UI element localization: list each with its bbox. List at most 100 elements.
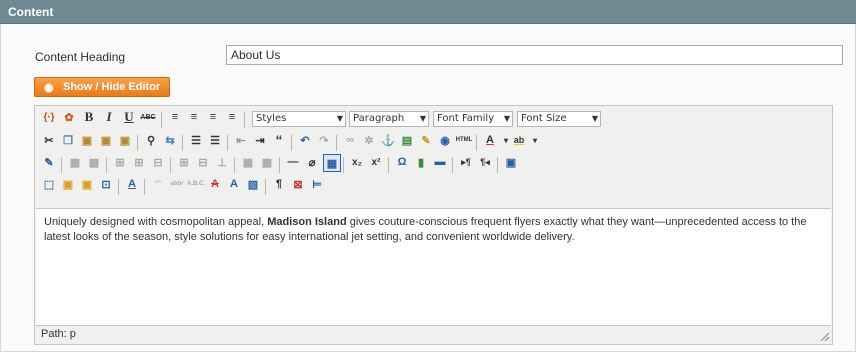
page-break-icon[interactable]: ⊨ bbox=[309, 176, 325, 192]
link-icon[interactable]: ∞ bbox=[342, 132, 358, 148]
superscript-icon[interactable]: x² bbox=[368, 154, 384, 170]
resize-grip-icon[interactable] bbox=[819, 331, 829, 341]
path-bar: Path: p bbox=[41, 328, 76, 340]
search-icon[interactable]: ⚲ bbox=[143, 132, 159, 148]
insert-text-icon[interactable]: A bbox=[226, 176, 242, 192]
paragraph-select[interactable]: Paragraph ▼ bbox=[349, 111, 429, 127]
toolbar-separator bbox=[343, 157, 344, 173]
media-icon[interactable]: ▮ bbox=[413, 154, 429, 170]
toolbar-separator bbox=[234, 157, 235, 173]
toolbar-separator bbox=[497, 157, 498, 173]
move-backward-icon[interactable]: ▣ bbox=[60, 176, 76, 192]
chevron-down-icon: ▼ bbox=[336, 114, 343, 123]
absolute-icon[interactable]: ⊡ bbox=[98, 176, 114, 192]
paste-word-icon[interactable]: ▣ bbox=[117, 132, 133, 148]
ltr-icon[interactable]: ▸¶ bbox=[458, 154, 474, 170]
align-center-icon[interactable]: ≡ bbox=[186, 109, 202, 125]
font-family-select[interactable]: Font Family ▼ bbox=[433, 111, 513, 127]
toolbar-separator bbox=[227, 135, 228, 151]
visual-aid-icon[interactable]: ▦ bbox=[323, 154, 341, 172]
redo-icon[interactable]: ↷ bbox=[316, 132, 332, 148]
delete-column-icon[interactable]: ⊟ bbox=[195, 154, 211, 170]
underline-button[interactable]: U bbox=[121, 109, 137, 125]
toolbar-separator bbox=[118, 179, 119, 195]
numbered-list-icon[interactable]: ☰ bbox=[207, 132, 223, 148]
delete-text-icon[interactable]: A bbox=[207, 176, 223, 192]
insert-div-icon[interactable]: ⬚ bbox=[41, 176, 57, 192]
font-family-select-value: Font Family bbox=[437, 113, 495, 124]
styles-props-icon[interactable]: A bbox=[124, 176, 140, 192]
content-heading-label: Content Heading bbox=[35, 50, 126, 64]
chevron-down-icon[interactable]: ▾ bbox=[527, 132, 543, 148]
table-props-icon[interactable]: ▦ bbox=[86, 154, 102, 170]
attributes-icon[interactable]: ▧ bbox=[245, 176, 261, 192]
italic-button[interactable]: I bbox=[101, 109, 117, 125]
toolbar-row-3: ✎ ▦ ▦ ⊞ ⊞ ⊟ ⊞ ⊟ ⊥ ▦ ▦ — ⌀ ▦ x₂ x² Ω ▮ ▬ … bbox=[37, 154, 832, 176]
content-heading-input[interactable] bbox=[226, 45, 843, 65]
insert-image-icon[interactable]: ✿ bbox=[61, 109, 77, 125]
horizontal-rule-icon[interactable]: — bbox=[285, 154, 301, 170]
font-size-select-value: Font Size bbox=[521, 113, 567, 124]
bullet-list-icon[interactable]: ☰ bbox=[188, 132, 204, 148]
toolbar-row-1: {·} ✿ B I U ABC ≡ ≡ ≡ ≡ Styles ▼ Paragra… bbox=[37, 109, 832, 131]
copy-icon[interactable]: ❐ bbox=[60, 132, 76, 148]
toolbar-separator bbox=[279, 157, 280, 173]
insert-column-icon[interactable]: ⊞ bbox=[176, 154, 192, 170]
paste-text-icon[interactable]: ▣ bbox=[98, 132, 114, 148]
image-icon[interactable]: ▤ bbox=[399, 132, 415, 148]
help-icon[interactable]: ◉ bbox=[437, 132, 453, 148]
toolbar-separator bbox=[170, 157, 171, 173]
edit-css-icon[interactable]: ✎ bbox=[41, 154, 57, 170]
align-right-icon[interactable]: ≡ bbox=[205, 109, 221, 125]
toolbar-separator bbox=[452, 157, 453, 173]
insert-row-icon[interactable]: ⊟ bbox=[150, 154, 166, 170]
html-source-icon[interactable]: HTML bbox=[456, 132, 473, 148]
insert-layer-icon[interactable]: ▬ bbox=[432, 154, 448, 170]
text-color-icon[interactable]: A bbox=[482, 132, 498, 148]
merge-cells-icon[interactable]: ▦ bbox=[240, 154, 256, 170]
chevron-down-icon: ▼ bbox=[591, 114, 598, 123]
bold-button[interactable]: B bbox=[81, 109, 97, 125]
special-char-icon[interactable]: Ω bbox=[394, 154, 410, 170]
strikethrough-button[interactable]: ABC bbox=[140, 109, 156, 125]
cell-props-icon[interactable]: ⊞ bbox=[131, 154, 147, 170]
cite-icon[interactable]: “” bbox=[150, 176, 166, 192]
editor-text-before: Uniquely designed with cosmopolitan appe… bbox=[44, 216, 268, 228]
anchor-icon[interactable]: ⚓ bbox=[380, 132, 396, 148]
abbr-icon[interactable]: abbr bbox=[169, 176, 185, 192]
wysiwyg-editor: {·} ✿ B I U ABC ≡ ≡ ≡ ≡ Styles ▼ Paragra… bbox=[34, 105, 833, 345]
cleanup-icon[interactable]: ✎ bbox=[418, 132, 434, 148]
table-icon[interactable]: ▦ bbox=[67, 154, 83, 170]
align-justify-icon[interactable]: ≡ bbox=[224, 109, 240, 125]
editor-content-area[interactable]: Uniquely designed with cosmopolitan appe… bbox=[36, 208, 831, 326]
remove-format-icon[interactable]: ⌀ bbox=[304, 154, 320, 170]
unlink-icon[interactable]: ✲ bbox=[361, 132, 377, 148]
move-forward-icon[interactable]: ▣ bbox=[79, 176, 95, 192]
split-cells-icon[interactable]: ⊥ bbox=[214, 154, 230, 170]
paste-icon[interactable]: ▣ bbox=[79, 132, 95, 148]
chevron-down-icon: ▼ bbox=[503, 114, 510, 123]
toolbar-separator bbox=[244, 112, 245, 128]
fullscreen-icon[interactable]: ▣ bbox=[503, 154, 519, 170]
rtl-icon[interactable]: ¶◂ bbox=[477, 154, 493, 170]
font-size-select[interactable]: Font Size ▼ bbox=[517, 111, 601, 127]
replace-icon[interactable]: ⇆ bbox=[162, 132, 178, 148]
undo-icon[interactable]: ↶ bbox=[297, 132, 313, 148]
editor-bold-text: Madison Island bbox=[267, 216, 347, 228]
styles-select[interactable]: Styles ▼ bbox=[252, 111, 346, 127]
subscript-icon[interactable]: x₂ bbox=[349, 154, 365, 170]
insert-widget-icon[interactable]: {·} bbox=[41, 109, 57, 125]
blockquote-icon[interactable]: “ bbox=[271, 132, 287, 148]
delete-table-icon[interactable]: ▦ bbox=[259, 154, 275, 170]
show-hide-editor-button[interactable]: ◉ Show / Hide Editor bbox=[34, 77, 170, 97]
align-left-icon[interactable]: ≡ bbox=[167, 109, 183, 125]
paragraph-select-value: Paragraph bbox=[353, 113, 405, 124]
indent-icon[interactable]: ⇥ bbox=[252, 132, 268, 148]
acronym-icon[interactable]: A.B.C. bbox=[187, 176, 205, 192]
show-blocks-icon[interactable]: ¶ bbox=[271, 176, 287, 192]
row-props-icon[interactable]: ⊞ bbox=[112, 154, 128, 170]
background-color-icon[interactable]: ab bbox=[511, 132, 527, 148]
nonbreaking-icon[interactable]: ⊠ bbox=[290, 176, 306, 192]
outdent-icon[interactable]: ⇤ bbox=[233, 132, 249, 148]
cut-icon[interactable]: ✂ bbox=[41, 132, 57, 148]
